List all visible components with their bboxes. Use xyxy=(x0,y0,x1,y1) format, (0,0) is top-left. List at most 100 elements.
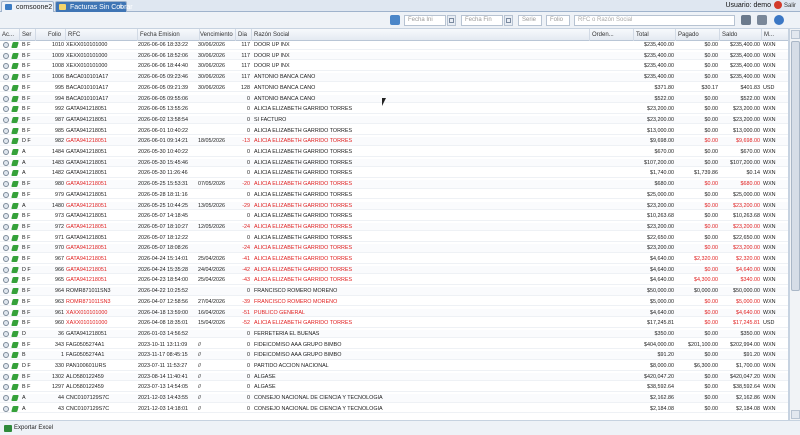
vertical-scrollbar[interactable] xyxy=(789,29,800,420)
grid-settings-icon[interactable] xyxy=(741,15,751,25)
edit-icon[interactable] xyxy=(11,138,19,145)
col-moneda[interactable]: M... xyxy=(762,29,788,41)
fecha-fin-field[interactable]: Fecha Fin xyxy=(461,15,503,26)
view-icon[interactable] xyxy=(3,352,9,359)
scroll-thumb[interactable] xyxy=(791,41,800,291)
table-row[interactable]: B F 995 BACA010101A17 2026-06-05 09:21:39 30… xyxy=(0,84,788,93)
edit-icon[interactable] xyxy=(11,234,19,241)
table-row[interactable]: B F 960 XAXX010101000 2026-04-08 18:35:01 15… xyxy=(0,319,788,328)
serie-field[interactable]: Serie xyxy=(518,15,542,26)
view-icon[interactable] xyxy=(3,256,9,262)
table-row[interactable]: B F 343 FAG0505274A1 2023-10-11 13:11:09 // 0… xyxy=(0,341,788,350)
table-row[interactable]: B F 1010 XEXX010101000 2026-06-06 18:33:22 3… xyxy=(0,41,788,50)
edit-icon[interactable] xyxy=(11,266,19,273)
view-icon[interactable] xyxy=(3,95,9,102)
refresh-icon[interactable] xyxy=(390,15,400,25)
view-icon[interactable] xyxy=(3,202,9,209)
col-acciones[interactable]: Ac... xyxy=(0,29,20,41)
edit-icon[interactable] xyxy=(11,63,19,70)
col-folio[interactable]: Folio xyxy=(46,29,66,41)
view-icon[interactable] xyxy=(3,127,9,134)
view-icon[interactable] xyxy=(3,116,9,123)
col-razon-social[interactable]: Razón Social xyxy=(252,29,590,41)
table-row[interactable]: B F 994 BACA010101A17 2026-06-05 09:55:06 0 A… xyxy=(0,94,788,103)
edit-icon[interactable] xyxy=(11,159,19,166)
table-row[interactable]: B F 992 GATA941218051 2026-06-05 13:55:26 0 A… xyxy=(0,105,788,114)
view-icon[interactable] xyxy=(3,181,9,188)
view-icon[interactable] xyxy=(3,74,9,81)
export-excel-button[interactable]: Exportar Excel xyxy=(3,423,56,434)
col-rfc[interactable]: RFC xyxy=(66,29,138,41)
edit-icon[interactable] xyxy=(11,127,19,134)
table-row[interactable]: B F 965 GATA941218051 2026-04-23 18:54:00 25… xyxy=(0,276,788,285)
edit-icon[interactable] xyxy=(11,341,19,348)
view-icon[interactable] xyxy=(3,384,9,391)
fecha-ini-calendar-button[interactable] xyxy=(447,15,456,26)
col-saldo[interactable]: Saldo xyxy=(720,29,762,41)
table-row[interactable]: B F 961 XAXX010101000 2026-04-18 13:59:00 16… xyxy=(0,308,788,317)
edit-icon[interactable] xyxy=(11,149,19,155)
table-row[interactable]: B F 1008 XEXX010101000 2026-06-06 18:44:40 3… xyxy=(0,62,788,71)
view-icon[interactable] xyxy=(3,320,9,327)
tab-comsoone2[interactable]: comsoone2 xyxy=(1,1,54,12)
edit-icon[interactable] xyxy=(11,116,19,123)
col-vencimiento[interactable]: Vencimiento xyxy=(198,29,236,41)
col-total[interactable]: Total xyxy=(634,29,676,41)
logout-label[interactable]: Salir xyxy=(784,3,796,9)
edit-icon[interactable] xyxy=(11,395,19,402)
edit-icon[interactable] xyxy=(11,309,19,316)
edit-icon[interactable] xyxy=(11,170,19,177)
view-icon[interactable] xyxy=(3,213,9,220)
table-row[interactable]: A 43 CNC0107129S7C 2021-12-03 14:18:01 // 0 CO… xyxy=(0,405,788,414)
view-icon[interactable] xyxy=(3,330,9,337)
edit-icon[interactable] xyxy=(11,330,19,337)
edit-icon[interactable] xyxy=(11,256,19,262)
edit-icon[interactable] xyxy=(11,373,19,380)
view-icon[interactable] xyxy=(3,159,9,166)
table-row[interactable]: B F 987 GATA941218051 2026-06-02 13:58:54 0 S… xyxy=(0,115,788,125)
view-icon[interactable] xyxy=(3,405,9,412)
col-fecha-emision[interactable]: Fecha Emision xyxy=(138,29,200,41)
search-input[interactable]: RFC o Razón Social xyxy=(574,15,735,26)
view-icon[interactable] xyxy=(3,234,9,241)
table-row[interactable]: B F 972 GATA941218051 2026-05-07 18:10:27 12… xyxy=(0,222,788,232)
col-dia[interactable]: Dia xyxy=(236,29,252,41)
table-row[interactable]: A 1484 GATA941218051 2026-05-30 10:40:22 0 AL… xyxy=(0,148,788,157)
table-row[interactable]: B F 971 GATA941218051 2026-05-07 18:12:22 0 A… xyxy=(0,234,788,243)
table-row[interactable]: A 1480 GATA941218051 2026-05-25 10:44:25 13/… xyxy=(0,201,788,210)
edit-icon[interactable] xyxy=(11,320,19,327)
tab-facturas-sin-cobrar[interactable]: Facturas Sin Cobrar × xyxy=(55,1,133,12)
edit-icon[interactable] xyxy=(11,384,19,391)
folio-field[interactable]: Folio xyxy=(546,15,570,26)
edit-icon[interactable] xyxy=(11,42,19,48)
view-icon[interactable] xyxy=(3,42,9,48)
edit-icon[interactable] xyxy=(11,191,19,198)
view-icon[interactable] xyxy=(3,277,9,284)
edit-icon[interactable] xyxy=(11,298,19,305)
scroll-up-button[interactable] xyxy=(791,30,800,39)
table-row[interactable]: B F 1302 ALO580122459 2023-08-14 11:40:41 //… xyxy=(0,372,788,382)
fecha-ini-field[interactable]: Fecha Ini xyxy=(404,15,446,26)
edit-icon[interactable] xyxy=(11,405,19,412)
view-icon[interactable] xyxy=(3,341,9,348)
table-row[interactable]: B F 970 GATA941218051 2026-05-07 18:08:26 -2… xyxy=(0,244,788,253)
table-row[interactable]: A 44 CNC0107129S7C 2021-12-03 14:43:55 // 0 CO… xyxy=(0,394,788,403)
view-icon[interactable] xyxy=(3,63,9,70)
view-icon[interactable] xyxy=(3,138,9,145)
table-row[interactable]: B F 985 GATA941218051 2026-06-01 10:40:22 0 A… xyxy=(0,127,788,136)
edit-icon[interactable] xyxy=(11,52,19,59)
view-icon[interactable] xyxy=(3,266,9,273)
edit-icon[interactable] xyxy=(11,106,19,113)
table-row[interactable]: B F 1009 XEXX010101000 2026-06-06 18:52:06 3… xyxy=(0,51,788,61)
view-icon[interactable] xyxy=(3,298,9,305)
table-row[interactable]: D F 982 GATA941218051 2026-06-01 09:14:21 18… xyxy=(0,137,788,146)
export-icon[interactable] xyxy=(757,15,767,25)
view-icon[interactable] xyxy=(3,149,9,155)
col-pagado[interactable]: Pagado xyxy=(676,29,720,41)
view-icon[interactable] xyxy=(3,52,9,59)
edit-icon[interactable] xyxy=(11,95,19,102)
table-row[interactable]: B F 1006 BACA010101A17 2026-06-05 09:23:46 3… xyxy=(0,73,788,82)
table-row[interactable]: D F 966 GATA941218051 2026-04-24 15:35:28 24… xyxy=(0,265,788,275)
edit-icon[interactable] xyxy=(11,84,19,91)
table-row[interactable]: B 1 FAG0505274A1 2023-11-17 08:45:15 // 0 FIDE… xyxy=(0,351,788,360)
